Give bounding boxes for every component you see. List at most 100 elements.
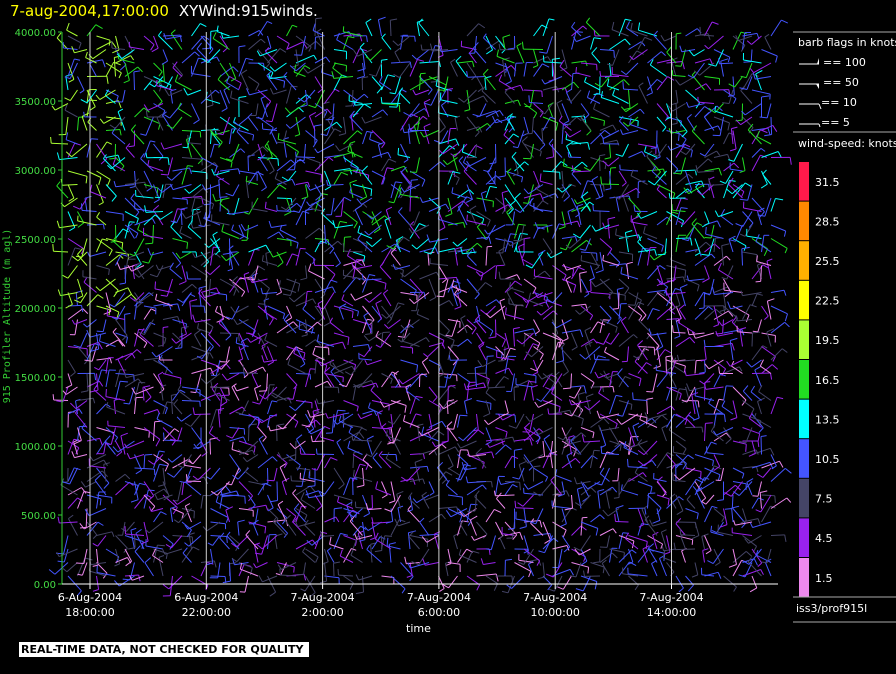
wind-barb [267, 415, 271, 428]
wind-barb-flag [653, 30, 658, 36]
wind-barb-flag [637, 340, 644, 346]
wind-barb-flag [338, 133, 346, 136]
wind-barb [143, 308, 152, 320]
wind-barb [67, 308, 84, 320]
wind-barb [623, 196, 629, 212]
wind-barb-flag [538, 550, 545, 554]
wind-barb-flag [593, 37, 602, 40]
wind-barb [390, 252, 401, 266]
wind-barb [561, 346, 565, 361]
wind-barb [713, 255, 727, 266]
wind-barb [214, 170, 230, 176]
wind-barb [115, 535, 128, 549]
wind-barb-flag [199, 23, 207, 28]
wind-barb [685, 170, 693, 190]
wind-barb [580, 180, 588, 199]
wind-barb-flag [363, 93, 369, 99]
wind-barb [523, 492, 544, 496]
wind-barb-flag [347, 337, 350, 346]
wind-barb [148, 521, 164, 534]
wind-barb [144, 562, 154, 577]
wind-barb-flag [237, 519, 245, 523]
wind-barb [689, 386, 705, 392]
wind-barb [80, 332, 88, 348]
wind-barb-flag [503, 128, 509, 136]
wind-barb-flag [452, 241, 458, 247]
wind-barb [529, 413, 534, 433]
wind-barb [349, 520, 363, 536]
wind-barb-flag [300, 247, 306, 250]
wind-barb [599, 238, 613, 250]
wind-barb-flag [158, 484, 166, 487]
wind-barb-flag [620, 316, 627, 322]
wind-barb-flag [521, 41, 524, 50]
wind-barb-flag [290, 159, 296, 164]
wind-barb-flag [396, 490, 404, 495]
wind-barb-flag [604, 157, 611, 160]
wind-barb-flag [371, 218, 375, 224]
wind-barb [637, 241, 648, 253]
wind-barb [571, 60, 586, 64]
wind-barb [704, 535, 712, 551]
wind-barb [575, 72, 591, 77]
wind-barb-flag [426, 234, 431, 243]
wind-barb-flag [111, 195, 117, 202]
wind-barb-flag [495, 175, 502, 181]
wind-barb [191, 170, 207, 174]
wind-barb [620, 169, 639, 172]
wind-barb-flag [162, 584, 170, 590]
wind-barb [445, 484, 458, 496]
wind-barb-flag [225, 192, 234, 197]
wind-barb [485, 299, 497, 307]
wind-barb-flag [437, 461, 444, 468]
wind-barb-flag [673, 474, 680, 481]
wind-barb-flag [260, 287, 263, 294]
wind-barb-flag [482, 95, 488, 103]
wind-barb-flag [272, 456, 278, 462]
wind-barb-flag [81, 423, 86, 429]
wind-barb [485, 509, 495, 523]
wind-barb-flag [600, 445, 603, 454]
wind-barb [550, 251, 563, 259]
wind-barb-flag [383, 289, 389, 294]
wind-barb-flag [681, 131, 688, 138]
wind-barb [694, 521, 700, 536]
wind-barb-flag [458, 156, 464, 162]
wind-barb-flag [528, 379, 533, 386]
wind-barb-flag [502, 34, 511, 38]
wind-barb-flag [219, 532, 225, 539]
wind-barb-flag [679, 150, 687, 156]
wind-barb-flag [598, 355, 606, 359]
wind-barb [333, 467, 345, 485]
wind-barb [523, 454, 534, 468]
wind-barb-flag [389, 542, 396, 545]
wind-barb-flag [195, 205, 203, 210]
wind-barb-flag [451, 340, 455, 348]
wind-barb-flag [408, 228, 413, 234]
wind-barb-flag [184, 188, 190, 194]
wind-barb [609, 371, 613, 388]
wind-barb [675, 388, 680, 401]
wind-barb [482, 359, 496, 368]
wind-barb [457, 60, 473, 64]
wind-barb-flag [77, 295, 84, 299]
wind-barb [352, 508, 363, 518]
wind-barb-flag [673, 542, 676, 550]
wind-barb-flag [177, 341, 183, 348]
wind-barb [318, 400, 335, 405]
wind-barb [91, 346, 97, 362]
wind-barb-flag [376, 87, 383, 94]
wind-barb [218, 322, 230, 334]
wind-barb-flag [125, 560, 132, 567]
wind-barb-flag [595, 269, 604, 274]
wind-barb [229, 128, 233, 145]
wind-barb [647, 291, 659, 307]
wind-barb [680, 157, 686, 175]
wind-barb [705, 386, 724, 390]
wind-barb [451, 319, 458, 337]
wind-barb [723, 385, 727, 401]
wind-barb-flag [344, 236, 352, 238]
wind-barb [457, 373, 471, 383]
wind-barb [618, 292, 620, 309]
wind-barb-flag [361, 116, 366, 124]
